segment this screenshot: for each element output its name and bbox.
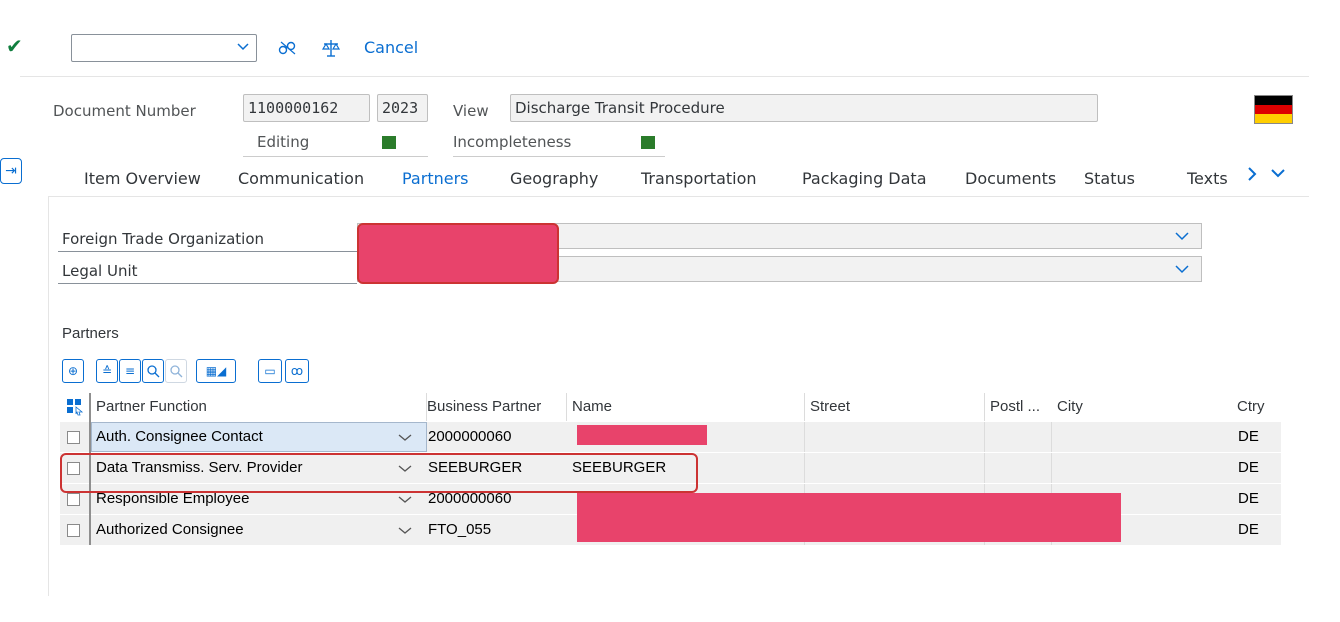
- tab-item-overview[interactable]: Item Overview: [84, 168, 201, 190]
- confirm-checkmark-icon[interactable]: ✔: [6, 36, 24, 56]
- tab-geography[interactable]: Geography: [510, 168, 598, 190]
- incompleteness-status-indicator: [641, 136, 655, 149]
- table-header: Partner Function Business Partner Name S…: [60, 393, 1281, 421]
- chevron-down-icon: [1175, 265, 1189, 274]
- tabs-scroll-right-icon[interactable]: [1244, 164, 1260, 189]
- cell-country: DE: [1238, 428, 1259, 445]
- tab-texts[interactable]: Texts: [1187, 168, 1228, 190]
- editing-label: Editing: [257, 133, 310, 151]
- expand-panel-icon[interactable]: ⇥: [0, 158, 22, 184]
- cancel-button[interactable]: Cancel: [364, 38, 418, 58]
- col-city[interactable]: City: [1052, 393, 1232, 421]
- chevron-down-icon[interactable]: [398, 429, 412, 445]
- incompleteness-label: Incompleteness: [453, 133, 572, 151]
- document-number-field[interactable]: 1100000162: [243, 94, 370, 122]
- legal-unit-label: Legal Unit: [62, 262, 138, 280]
- glasses-icon[interactable]: [276, 38, 298, 58]
- tab-transportation[interactable]: Transportation: [641, 168, 757, 190]
- col-business-partner[interactable]: Business Partner: [422, 393, 567, 421]
- foreign-trade-organization-label: Foreign Trade Organization: [62, 230, 265, 248]
- redaction-name-row1: [577, 425, 707, 445]
- cell-business-partner: FTO_055: [428, 521, 492, 538]
- cell-country: DE: [1238, 490, 1259, 507]
- cell-business-partner: 2000000060: [428, 428, 512, 445]
- search-next-icon[interactable]: [165, 359, 187, 383]
- tab-documents[interactable]: Documents: [965, 168, 1056, 190]
- balance-icon[interactable]: [320, 38, 342, 58]
- cell-partner-function: Auth. Consignee Contact: [96, 428, 263, 445]
- view-field[interactable]: Discharge Transit Procedure: [510, 94, 1098, 122]
- col-partner-function[interactable]: Partner Function: [91, 393, 427, 421]
- tab-communication[interactable]: Communication: [238, 168, 364, 190]
- cell-country: DE: [1238, 459, 1259, 476]
- tab-packaging-data[interactable]: Packaging Data: [802, 168, 927, 190]
- select-all-icon[interactable]: [60, 393, 91, 421]
- display-glasses-icon[interactable]: ꝏ: [285, 359, 309, 383]
- partners-section-title: Partners: [62, 325, 119, 342]
- col-name[interactable]: Name: [567, 393, 805, 421]
- chevron-down-icon: [1175, 232, 1189, 241]
- filter-icon[interactable]: ≡: [119, 359, 141, 383]
- year-field[interactable]: 2023: [377, 94, 428, 122]
- row-checkbox[interactable]: [67, 431, 80, 444]
- zoom-icon[interactable]: ⊕: [62, 359, 84, 383]
- row-checkbox[interactable]: [67, 493, 80, 506]
- toolbar-select[interactable]: [71, 34, 257, 62]
- sort-ascending-icon[interactable]: ≙: [96, 359, 118, 383]
- table-settings-icon[interactable]: ▦◢: [196, 359, 236, 383]
- chevron-down-icon[interactable]: [398, 491, 412, 507]
- german-flag-icon: [1254, 95, 1293, 124]
- redaction-box: [357, 223, 559, 284]
- row-checkbox[interactable]: [67, 524, 80, 537]
- tabs-overflow-chevron-down-icon[interactable]: [1268, 164, 1288, 189]
- view-label: View: [453, 102, 489, 120]
- tab-status[interactable]: Status: [1084, 168, 1135, 190]
- chevron-down-icon: [237, 43, 249, 51]
- col-country[interactable]: Ctry: [1232, 393, 1281, 421]
- redaction-name-rows: [577, 493, 1121, 542]
- cell-partner-function: Authorized Consignee: [96, 521, 244, 538]
- cell-country: DE: [1238, 521, 1259, 538]
- search-icon[interactable]: [142, 359, 164, 383]
- details-icon[interactable]: ▭: [258, 359, 282, 383]
- document-number-label: Document Number: [53, 102, 196, 120]
- col-postal-code[interactable]: Postl ...: [985, 393, 1052, 421]
- highlight-box: [60, 453, 698, 493]
- chevron-down-icon[interactable]: [398, 522, 412, 538]
- editing-status-indicator: [382, 136, 396, 149]
- tab-partners[interactable]: Partners: [402, 168, 468, 190]
- col-street[interactable]: Street: [805, 393, 985, 421]
